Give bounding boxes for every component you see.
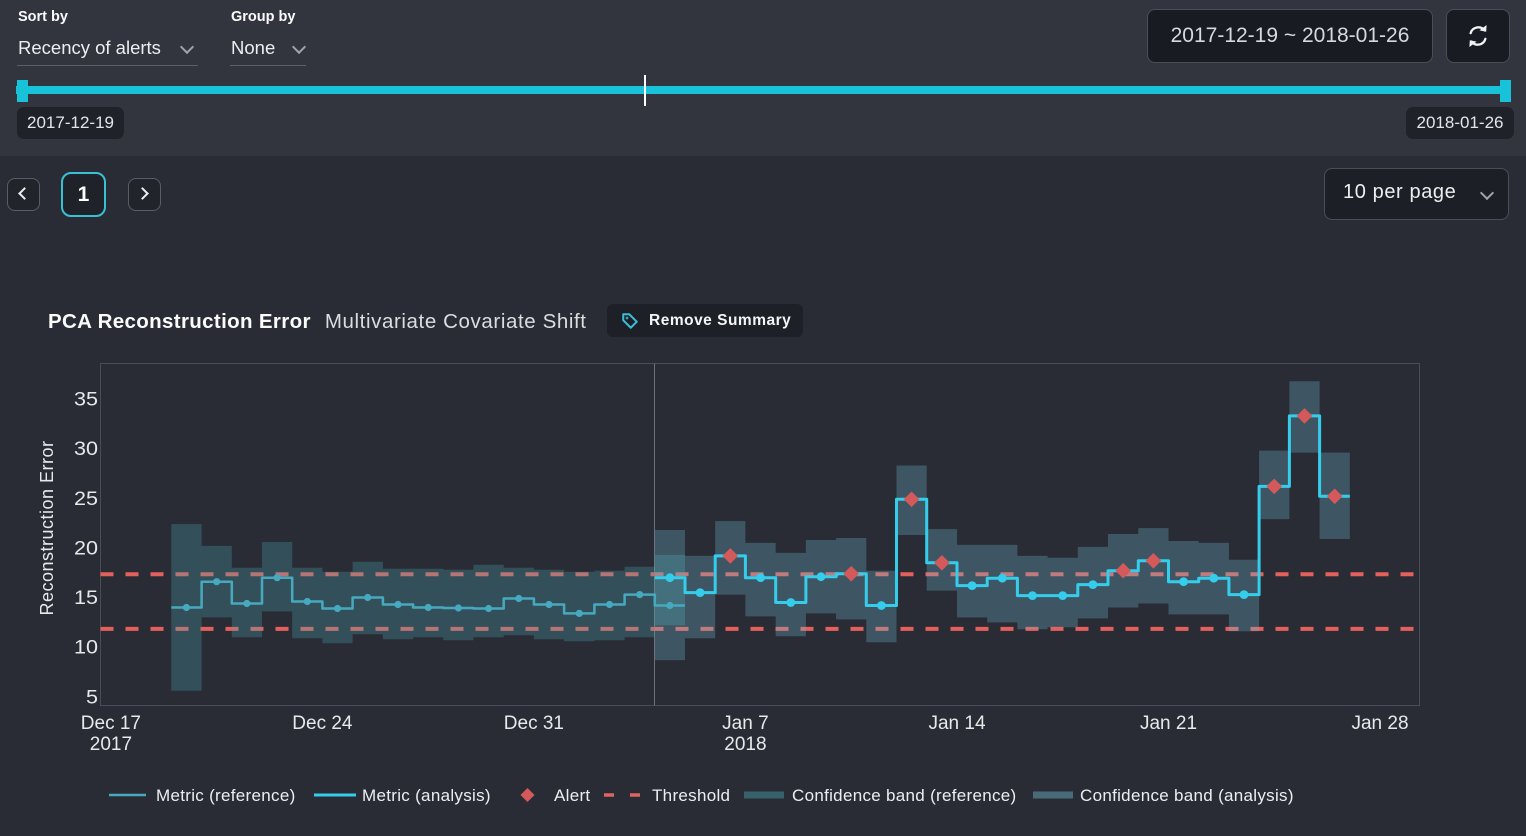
svg-text:5: 5 [86,687,98,708]
svg-text:20: 20 [74,538,98,559]
svg-text:Dec 17: Dec 17 [81,713,141,734]
svg-text:Dec 24: Dec 24 [292,713,353,734]
svg-text:10: 10 [74,638,98,659]
svg-text:25: 25 [74,489,98,510]
svg-text:Reconstruction Error: Reconstruction Error [37,440,57,615]
svg-text:15: 15 [74,588,98,609]
svg-text:Jan 21: Jan 21 [1140,713,1197,734]
svg-text:35: 35 [74,390,98,411]
svg-text:Jan 14: Jan 14 [928,713,985,734]
svg-text:30: 30 [74,439,98,460]
svg-text:Jan 28: Jan 28 [1351,713,1408,734]
svg-text:2018: 2018 [724,734,766,755]
svg-text:2017: 2017 [90,734,132,755]
svg-text:Dec 31: Dec 31 [504,713,564,734]
svg-text:Jan 7: Jan 7 [722,713,768,734]
